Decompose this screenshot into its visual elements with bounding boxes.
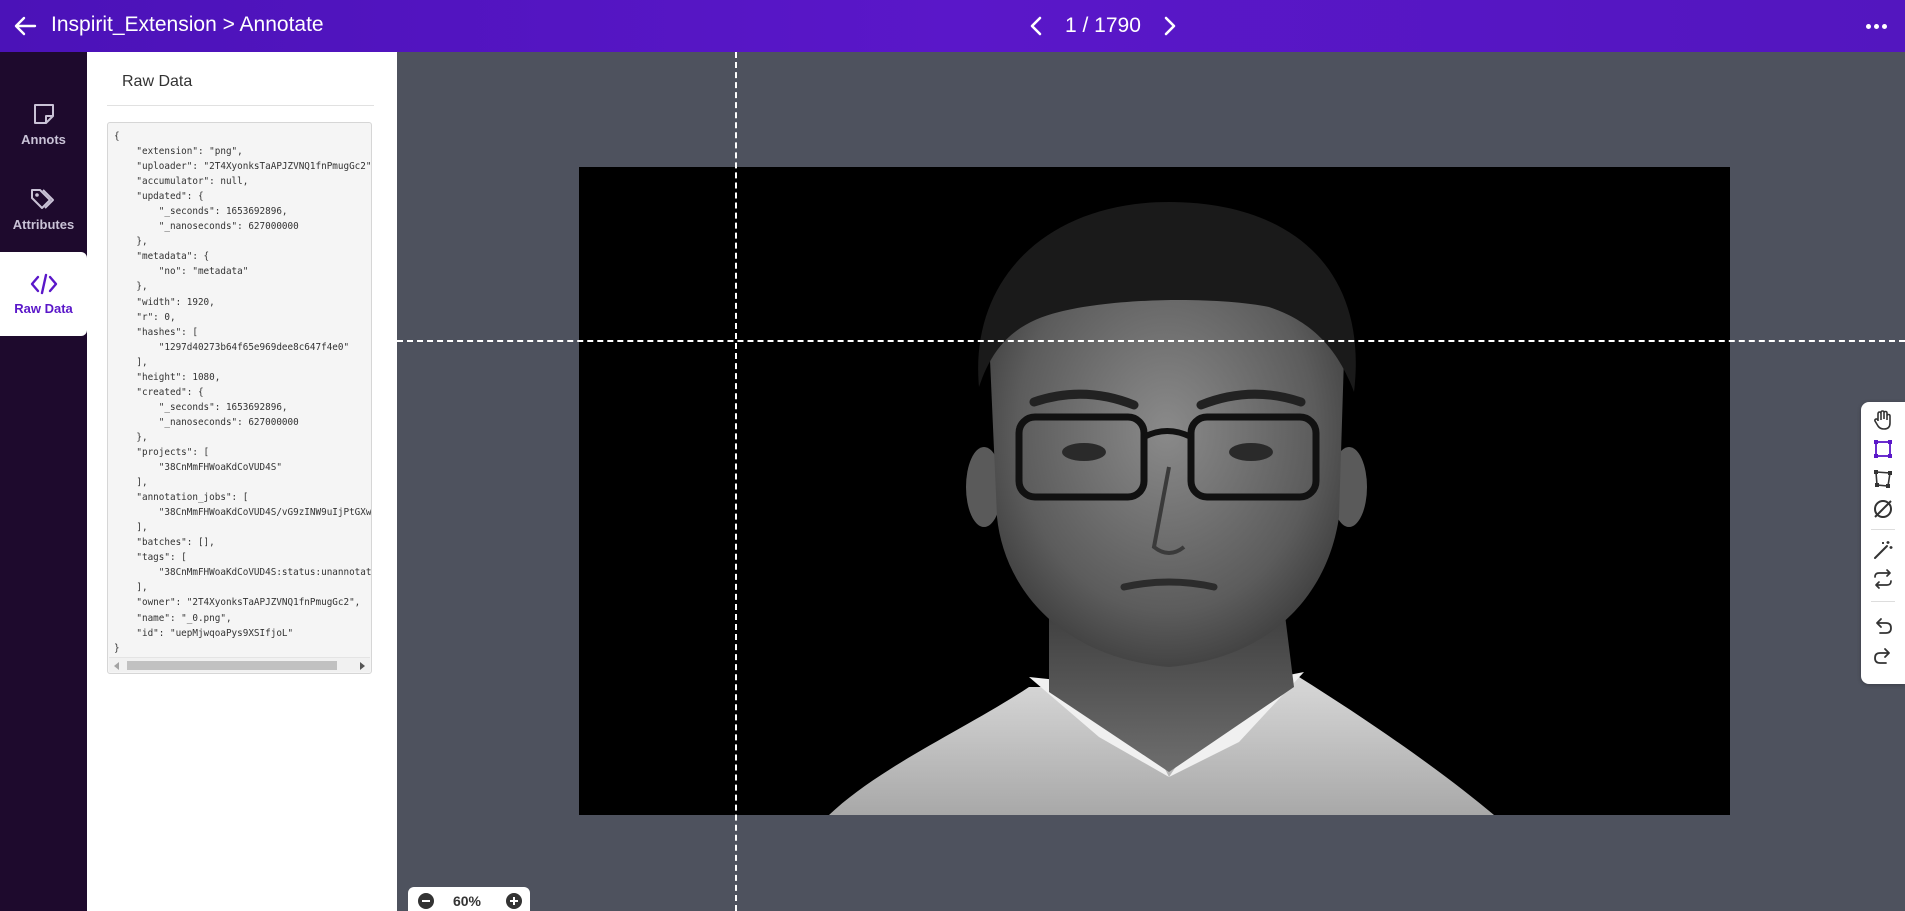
polygon-icon[interactable] [1871, 467, 1895, 491]
next-image-button[interactable] [1159, 11, 1181, 41]
scroll-left-icon[interactable] [114, 662, 119, 670]
chevron-left-icon [1030, 16, 1042, 36]
toolbar-divider [1871, 529, 1895, 530]
top-bar: Inspirit_Extension > Annotate 1 / 1790 [0, 0, 1905, 52]
annotation-toolbar [1861, 402, 1905, 684]
divider [107, 105, 374, 106]
chevron-right-icon [1164, 16, 1176, 36]
zoom-control: 60% [408, 887, 530, 911]
swap-icon[interactable] [1871, 567, 1895, 591]
rail-item-label: Raw Data [14, 301, 73, 316]
null-icon[interactable] [1871, 497, 1895, 521]
rail-item-annots[interactable]: Annots [0, 82, 87, 166]
redo-icon[interactable] [1871, 644, 1895, 668]
zoom-level: 60% [452, 893, 482, 909]
crosshair-vertical [735, 52, 737, 911]
rail-item-label: Attributes [12, 217, 75, 232]
portrait-photo [579, 167, 1730, 815]
scroll-right-icon[interactable] [360, 662, 365, 670]
zoom-in-button[interactable] [506, 893, 522, 909]
magic-wand-icon[interactable] [1871, 538, 1895, 562]
zoom-out-button[interactable] [418, 893, 434, 909]
bbox-icon[interactable] [1871, 437, 1895, 461]
more-options-icon[interactable] [1863, 14, 1889, 38]
annotated-image[interactable] [579, 167, 1730, 815]
crosshair-horizontal [397, 340, 1905, 342]
annotation-canvas[interactable] [397, 52, 1905, 911]
raw-data-panel: Raw Data { "extension": "png", "uploader… [87, 52, 397, 911]
prev-image-button[interactable] [1025, 11, 1047, 41]
code-icon [30, 273, 57, 295]
note-icon [33, 104, 54, 124]
scrollbar-thumb[interactable] [127, 661, 337, 670]
horizontal-scrollbar[interactable] [109, 657, 370, 672]
page-title: Inspirit_Extension > Annotate [51, 13, 324, 36]
back-arrow-icon[interactable] [10, 11, 40, 41]
image-pager: 1 / 1790 [1025, 11, 1181, 41]
raw-json-text: { "extension": "png", "uploader": "2T4Xy… [114, 131, 372, 654]
toolbar-divider [1871, 601, 1895, 602]
left-rail: Annots Attributes Raw Data [0, 52, 87, 911]
tags-icon [30, 189, 54, 209]
undo-icon[interactable] [1871, 614, 1895, 638]
panel-title: Raw Data [122, 73, 193, 90]
rail-item-label: Annots [21, 132, 66, 147]
raw-json-viewer[interactable]: { "extension": "png", "uploader": "2T4Xy… [107, 122, 372, 674]
rail-item-raw-data[interactable]: Raw Data [0, 252, 87, 336]
rail-item-attributes[interactable]: Attributes [0, 167, 87, 251]
page-counter: 1 / 1790 [1065, 14, 1141, 37]
hand-icon[interactable] [1871, 408, 1895, 432]
